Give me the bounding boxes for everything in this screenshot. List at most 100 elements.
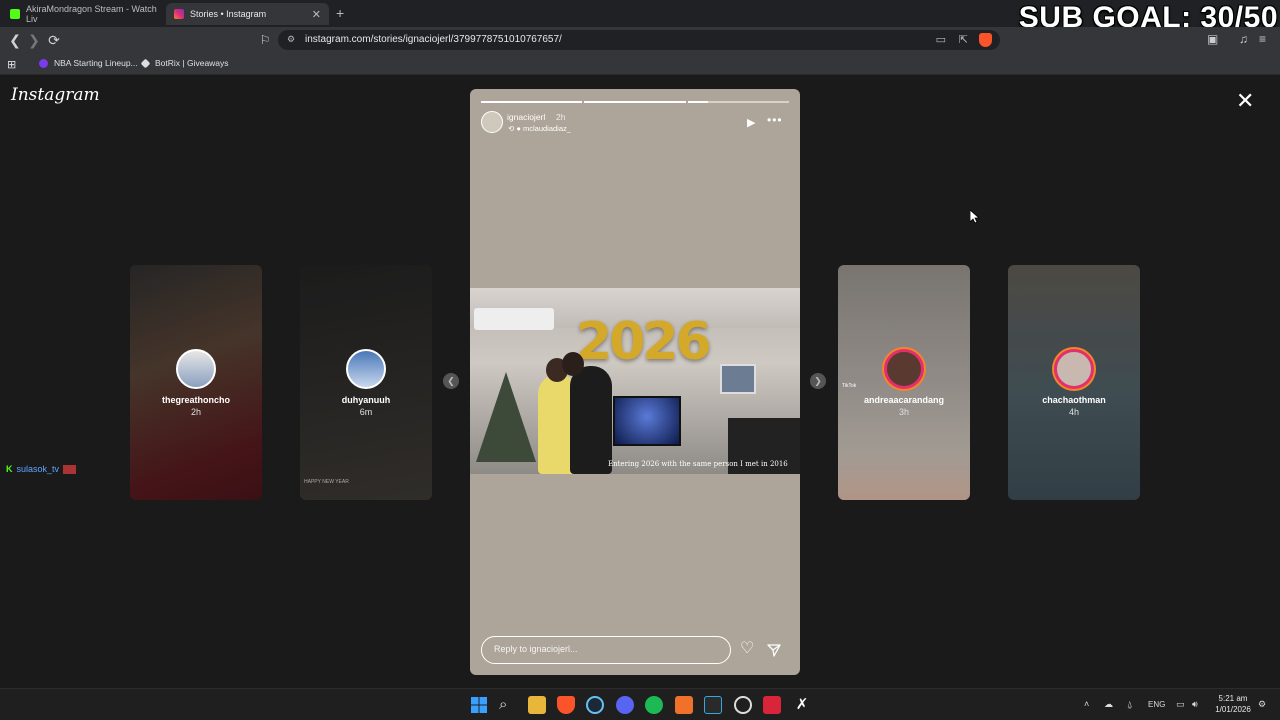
obs-icon[interactable] (734, 696, 752, 714)
chat-username: sulasok_tv (16, 464, 60, 474)
cast-icon[interactable]: ▭ (936, 33, 946, 46)
repost-icon: ⟲ ● (508, 124, 521, 133)
windows-start-icon[interactable] (470, 696, 488, 714)
story-time: 2h (190, 407, 201, 417)
television (613, 396, 681, 446)
balloon-2026: 2026 (576, 312, 712, 372)
network-icon[interactable]: ▭ (1176, 699, 1185, 710)
media-icon[interactable]: ♫ (1239, 32, 1248, 46)
like-heart-icon[interactable]: ♡ (740, 641, 754, 657)
avatar (176, 349, 216, 389)
story-progress-fill (481, 101, 583, 103)
address-bar[interactable]: ⚙ instagram.com/stories/ignaciojerl/3799… (278, 30, 1000, 50)
story-username: thegreathoncho (161, 395, 230, 405)
story-time: 6m (359, 407, 373, 417)
reload-button[interactable]: ⟳ (45, 31, 63, 49)
bookmark-icon[interactable]: ⚐ (256, 31, 274, 49)
back-button[interactable]: ❮ (6, 31, 24, 49)
bookmark-label: BotRix | Giveaways (155, 58, 229, 68)
spotify-icon[interactable] (645, 696, 663, 714)
steam-icon[interactable] (586, 696, 604, 714)
previous-story-button[interactable]: ❮ (443, 373, 459, 389)
avatar (346, 349, 386, 389)
scrollbar[interactable] (1270, 76, 1280, 688)
app-icon[interactable]: ✗ (793, 696, 811, 714)
story-photo: 2026 Entering 2026 with the same person … (470, 288, 800, 474)
search-icon[interactable]: ⌕ (499, 696, 517, 714)
microphone-icon[interactable]: ⍙ (1127, 699, 1132, 710)
forward-button[interactable]: ❯ (25, 31, 43, 49)
tab-strip: AkiraMondragon Stream - Watch Liv Storie… (0, 0, 1280, 34)
story-username: chachaothman (1042, 395, 1106, 405)
avatar (1054, 349, 1094, 389)
clock-date: 1/01/2026 (1215, 705, 1251, 714)
wall-frame (720, 364, 756, 394)
story-progress-fill (687, 101, 708, 103)
site-info-icon[interactable]: ⚙ (287, 34, 295, 45)
instagram-stories-page: Instagram ✕ thegreathoncho 2h duhyanuuh … (0, 76, 1270, 688)
play-icon[interactable]: ▶ (747, 116, 755, 129)
bookmark-label: NBA Starting Lineup... (54, 58, 138, 68)
apps-grid-icon[interactable]: ⊞ (7, 58, 16, 71)
app-icon[interactable] (675, 696, 693, 714)
brave-shields-icon[interactable] (979, 33, 992, 47)
story-progress-fill (584, 101, 686, 103)
story-caption: TikTok (842, 383, 857, 389)
tray-overflow-icon[interactable]: ˄ (1084, 699, 1089, 709)
bookmark-nba[interactable]: NBA Starting Lineup... (39, 58, 138, 68)
menu-icon[interactable]: ≡ (1259, 32, 1266, 46)
instagram-logo[interactable]: Instagram (11, 85, 100, 105)
app-icon[interactable] (763, 696, 781, 714)
tab-title: AkiraMondragon Stream - Watch Liv (26, 4, 157, 24)
story-time: 2h (556, 112, 566, 122)
windows-taskbar: ⌕ ✗ ˄ ☁ ⍙ ENG ▭ 🔊︎ 5:21 am 1/01/2026 ⚙ (0, 688, 1280, 720)
discord-icon[interactable] (616, 696, 634, 714)
sidebar-icon[interactable]: ▣ (1207, 32, 1218, 46)
story-preview-duhyanuuh[interactable]: duhyanuuh 6m HAPPY NEW YEAR (300, 265, 432, 500)
air-conditioner (474, 308, 554, 330)
photo-caption: Entering 2026 with the same person I met… (608, 460, 788, 468)
mouse-cursor-icon (970, 210, 980, 224)
bookmarks-bar: ⊞ NBA Starting Lineup... BotRix | Giveaw… (0, 53, 1280, 75)
tab-title: Stories • Instagram (190, 9, 267, 19)
story-username: andreaacarandang (863, 395, 945, 405)
emote-icon (63, 464, 77, 474)
reshared-from[interactable]: ⟲ ● mclaudiadiaz_ (508, 124, 571, 133)
story-preview-andreaacarandang[interactable]: andreaacarandang 3h TikTok (838, 265, 970, 500)
person (570, 366, 612, 474)
kick-icon (10, 9, 20, 19)
system-clock[interactable]: 5:21 am 1/01/2026 (1210, 693, 1256, 715)
kick-icon: K (6, 464, 13, 474)
story-preview-chachaothman[interactable]: chachaothman 4h (1008, 265, 1140, 500)
notifications-icon[interactable]: ⚙ (1258, 699, 1266, 710)
file-explorer-icon[interactable] (528, 696, 546, 714)
twitch-icon (39, 58, 48, 68)
clock-time: 5:21 am (1218, 694, 1248, 703)
send-icon[interactable] (767, 643, 781, 657)
tab-kick-stream[interactable]: AkiraMondragon Stream - Watch Liv (2, 3, 165, 25)
botrix-icon (140, 58, 151, 68)
app-icon[interactable] (704, 696, 722, 714)
url-text[interactable]: instagram.com/stories/ignaciojerl/379977… (305, 34, 562, 45)
instagram-icon (174, 9, 184, 19)
bookmark-botrix[interactable]: BotRix | Giveaways (140, 58, 229, 68)
reply-field-wrapper[interactable] (481, 636, 731, 664)
language-indicator[interactable]: ENG (1148, 700, 1165, 709)
next-story-button[interactable]: ❯ (810, 373, 826, 389)
story-username[interactable]: ignaciojerl (507, 112, 545, 122)
reshared-username: mclaudiadiaz_ (523, 124, 571, 133)
active-story[interactable]: ignaciojerl 2h ⟲ ● mclaudiadiaz_ ▶ ••• 2… (470, 89, 800, 675)
story-preview-thegreathoncho[interactable]: thegreathoncho 2h (130, 265, 262, 500)
volume-icon[interactable]: 🔊︎ (1192, 699, 1198, 710)
avatar[interactable] (481, 111, 503, 133)
cloud-icon[interactable]: ☁ (1104, 699, 1113, 710)
reply-input[interactable] (494, 644, 714, 654)
close-stories-button[interactable]: ✕ (1236, 90, 1254, 112)
tab-instagram-stories[interactable]: Stories • Instagram ✕ (166, 3, 329, 25)
new-tab-button[interactable]: + (336, 5, 344, 21)
close-tab-icon[interactable]: ✕ (312, 8, 321, 21)
share-icon[interactable]: ⇱ (959, 33, 968, 46)
brave-browser-icon[interactable] (557, 696, 575, 714)
story-caption: HAPPY NEW YEAR (304, 479, 349, 485)
more-options-icon[interactable]: ••• (767, 113, 783, 127)
